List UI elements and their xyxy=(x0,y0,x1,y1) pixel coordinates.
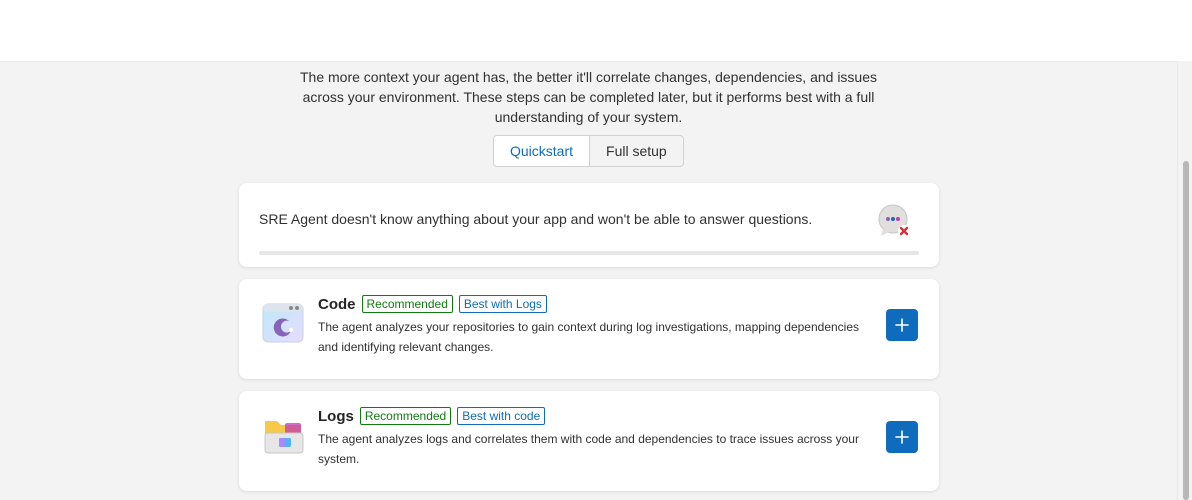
logs-card-description: The agent analyzes logs and correlates t… xyxy=(318,432,859,466)
add-code-button[interactable] xyxy=(886,309,918,341)
chat-error-icon xyxy=(877,203,913,239)
code-card-header: Code Recommended Best with Logs xyxy=(318,295,547,313)
code-card-title: Code xyxy=(318,295,356,313)
quickstart-tab[interactable]: Quickstart xyxy=(494,136,591,166)
code-source-card: Code Recommended Best with Logs The agen… xyxy=(239,279,939,379)
intro-text: The more context your agent has, the bet… xyxy=(299,69,877,125)
full-setup-tab[interactable]: Full setup xyxy=(590,136,683,166)
recommended-badge: Recommended xyxy=(361,295,453,313)
best-with-logs-badge: Best with Logs xyxy=(458,295,547,313)
setup-progress-bar xyxy=(259,251,919,255)
logs-source-card: Logs Recommended Best with code The agen… xyxy=(239,391,939,491)
add-logs-button[interactable] xyxy=(886,421,918,453)
plus-icon xyxy=(895,430,909,444)
page-title xyxy=(0,36,1192,60)
agent-status-card: SRE Agent doesn't know anything about yo… xyxy=(239,183,939,267)
status-message: SRE Agent doesn't know anything about yo… xyxy=(259,211,813,227)
code-window-icon xyxy=(261,301,305,345)
recommended-badge: Recommended xyxy=(359,407,452,425)
logs-card-header: Logs Recommended Best with code xyxy=(318,407,546,425)
logs-folder-icon xyxy=(261,413,305,457)
setup-mode-toggle: Quickstart Full setup xyxy=(493,135,684,167)
code-card-description: The agent analyzes your repositories to … xyxy=(318,320,860,354)
logs-card-title: Logs xyxy=(318,407,354,425)
best-with-code-badge: Best with code xyxy=(457,407,546,425)
vertical-scrollbar[interactable] xyxy=(1177,61,1192,500)
scrollbar-thumb[interactable] xyxy=(1183,161,1189,500)
plus-icon xyxy=(895,318,909,332)
